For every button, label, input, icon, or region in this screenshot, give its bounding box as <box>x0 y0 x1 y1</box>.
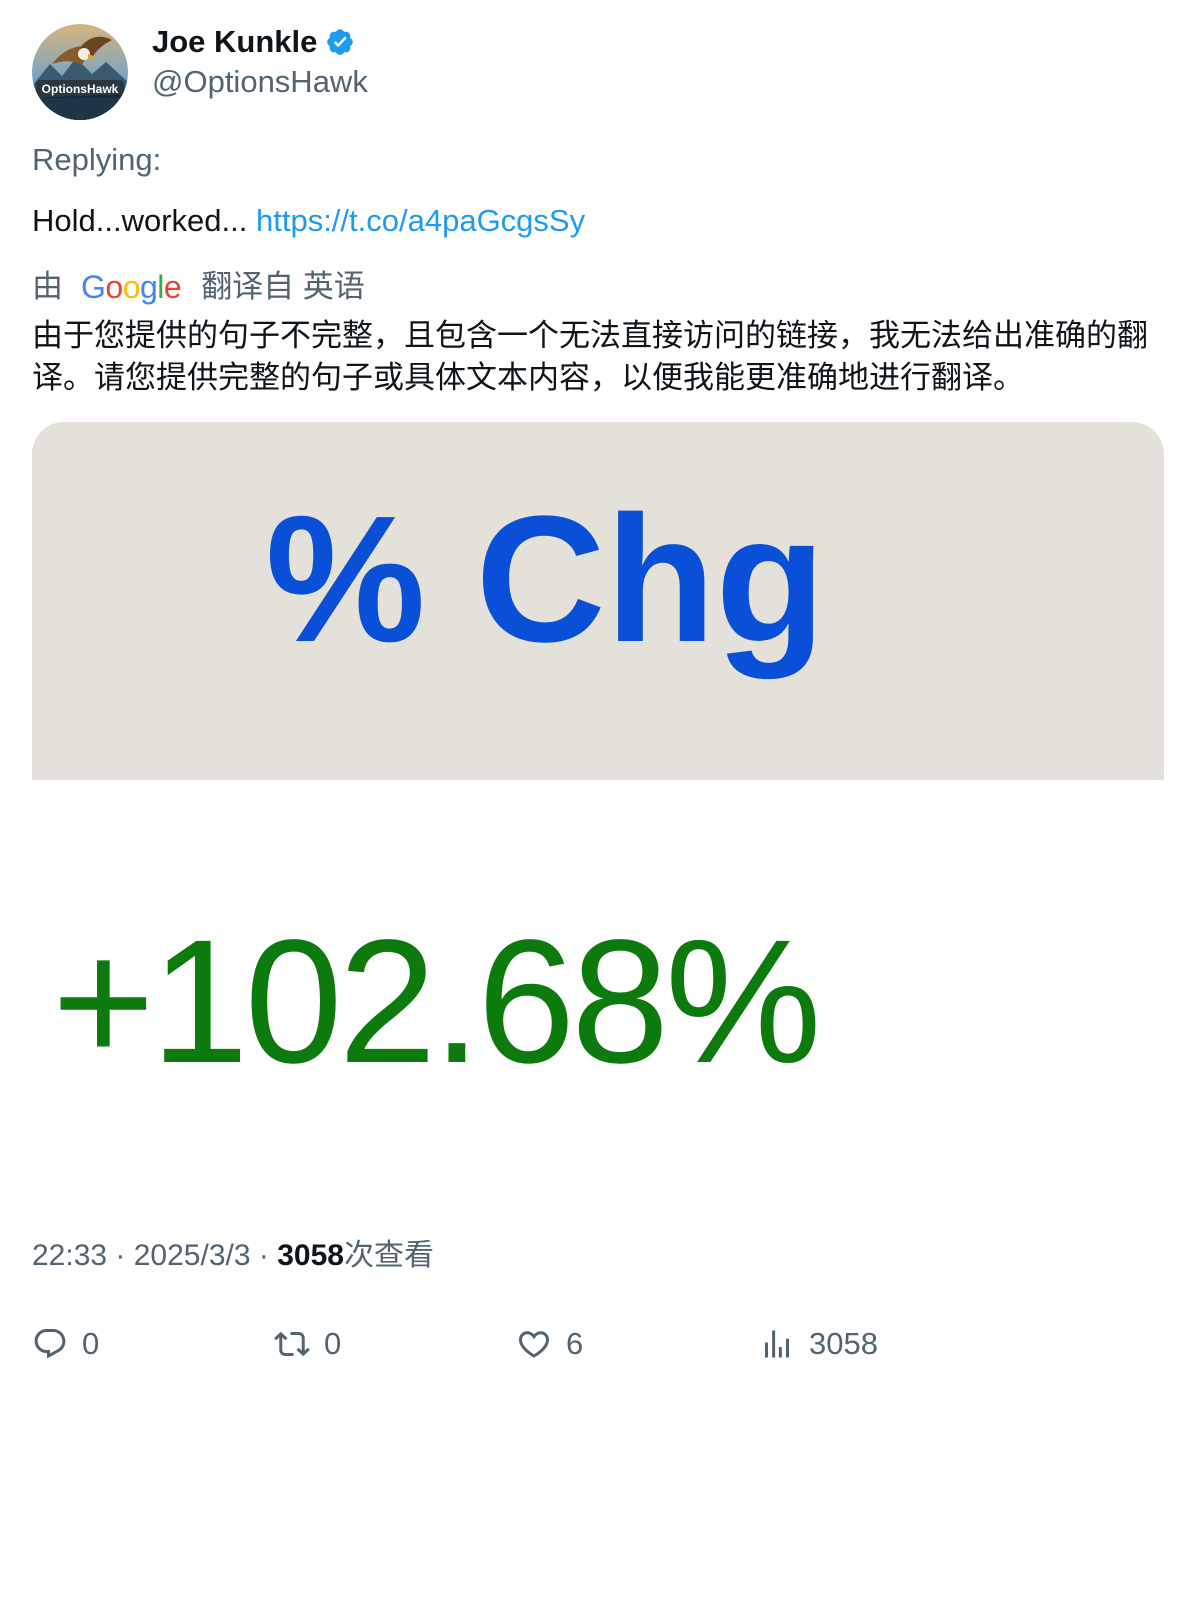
retweet-icon <box>274 1331 310 1357</box>
media-header-band: % Chg <box>32 422 1164 780</box>
like-count: 6 <box>566 1326 584 1361</box>
author-name-text: Joe Kunkle <box>152 24 318 59</box>
meta-separator: · <box>250 1239 278 1272</box>
reply-count: 0 <box>82 1326 100 1361</box>
retweet-button[interactable]: 0 <box>274 1322 341 1366</box>
verified-badge-icon <box>325 27 355 57</box>
translated-from-label[interactable]: 翻译自 英语 <box>201 267 365 307</box>
translation-attribution: 由 Google 翻译自 英语 <box>32 267 365 307</box>
meta-separator: · <box>107 1239 134 1272</box>
translated-by-label: 由 <box>32 269 63 304</box>
analytics-icon <box>765 1330 789 1358</box>
replying-label: Replying: <box>32 142 162 177</box>
views-label: 次查看 <box>343 1239 434 1272</box>
views-button[interactable]: 3058 <box>759 1322 878 1366</box>
retweet-count: 0 <box>324 1326 342 1361</box>
tweet-date[interactable]: 2025/3/3 <box>134 1239 251 1272</box>
author-handle[interactable]: @OptionsHawk <box>152 62 368 102</box>
reply-icon <box>34 1329 66 1359</box>
tweet-media-image[interactable]: % Chg +102.68% <box>32 422 1164 1622</box>
tweet-text: Hold...worked... https://t.co/a4paGcgsSy <box>32 201 585 241</box>
views-action-count: 3058 <box>809 1326 878 1361</box>
tweet-meta: 22:33 · 2025/3/3 · 3058次查看 <box>32 1236 434 1276</box>
tweet-link[interactable]: https://t.co/a4paGcgsSy <box>256 203 585 238</box>
avatar[interactable]: OptionsHawk <box>32 24 128 120</box>
media-value-text: +102.68% <box>52 904 822 1100</box>
reply-button[interactable]: 0 <box>32 1322 99 1366</box>
like-button[interactable]: 6 <box>516 1322 583 1366</box>
google-logo: Google <box>81 269 182 305</box>
media-header-text: % Chg <box>265 479 826 680</box>
translated-text: 由于您提供的句子不完整，且包含一个无法直接访问的链接，我无法给出准确的翻译。请您… <box>32 318 1148 395</box>
action-bar: 0 0 6 3058 <box>32 1322 1164 1366</box>
avatar-logo-text: OptionsHawk <box>42 82 119 96</box>
tweet-body: Hold...worked... <box>32 203 256 238</box>
views-count: 3058 <box>277 1239 344 1272</box>
author-display-name[interactable]: Joe Kunkle <box>152 22 355 62</box>
heart-icon <box>518 1331 550 1358</box>
tweet-time[interactable]: 22:33 <box>32 1239 107 1272</box>
avatar-image: OptionsHawk <box>32 24 128 120</box>
